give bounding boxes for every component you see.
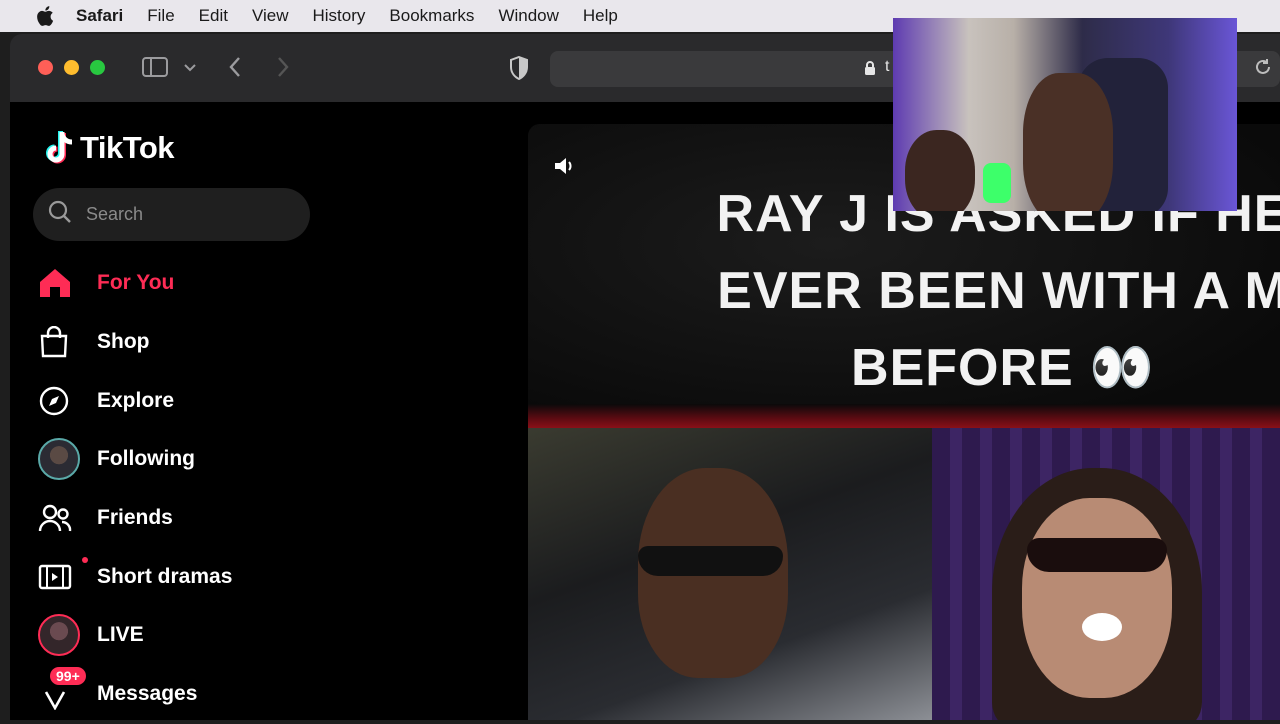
- sidebar-item-label: Following: [97, 447, 195, 471]
- home-icon: [34, 263, 84, 303]
- live-avatar: [38, 614, 80, 657]
- back-arrow-icon[interactable]: [228, 56, 242, 83]
- video-photo-left: [528, 428, 932, 720]
- reload-icon[interactable]: [1254, 58, 1272, 81]
- red-divider: [528, 404, 1280, 428]
- menu-edit[interactable]: Edit: [199, 6, 228, 26]
- lock-icon: [864, 60, 876, 81]
- friends-icon: [34, 498, 84, 538]
- sidebar-item-friends[interactable]: Friends: [34, 489, 232, 548]
- chevron-down-icon[interactable]: [184, 60, 196, 78]
- headline-line: EVER BEEN WITH A M: [717, 262, 1280, 320]
- menu-file[interactable]: File: [147, 6, 174, 26]
- search-input[interactable]: Search: [33, 188, 310, 241]
- url-text[interactable]: t: [885, 58, 889, 76]
- video-photo-right: [932, 428, 1280, 720]
- sidebar-item-label: Shop: [97, 330, 150, 354]
- shield-icon[interactable]: [509, 55, 529, 85]
- forward-arrow-icon[interactable]: [276, 56, 290, 83]
- sidebar-nav: For You Shop Explore Following Friends S…: [34, 254, 232, 724]
- sidebar-item-label: LIVE: [97, 623, 144, 647]
- notification-dot: [82, 557, 88, 564]
- menu-history[interactable]: History: [313, 6, 366, 26]
- menu-safari[interactable]: Safari: [76, 6, 123, 26]
- sidebar-item-label: Short dramas: [97, 564, 233, 588]
- shopping-bag-icon: [34, 322, 84, 362]
- speaker-icon[interactable]: [552, 154, 576, 183]
- compass-icon: [34, 381, 84, 421]
- tiktok-logo[interactable]: TikTok: [42, 130, 175, 166]
- menu-bookmarks[interactable]: Bookmarks: [389, 6, 474, 26]
- sidebar-item-live[interactable]: LIVE: [34, 606, 232, 665]
- sidebar-item-shop[interactable]: Shop: [34, 313, 232, 372]
- zoom-window-button[interactable]: [90, 60, 105, 75]
- sidebar-item-label: Friends: [97, 506, 173, 530]
- sidebar-item-messages[interactable]: 99+ Messages: [34, 665, 232, 724]
- apple-menu-icon[interactable]: [36, 6, 54, 26]
- film-icon: [34, 557, 84, 597]
- close-window-button[interactable]: [38, 60, 53, 75]
- sidebar-item-for-you[interactable]: For You: [34, 254, 232, 313]
- window-controls: [38, 60, 105, 75]
- sidebar-item-explore[interactable]: Explore: [34, 371, 232, 430]
- sidebar-item-label: For You: [97, 271, 175, 295]
- search-placeholder: Search: [86, 204, 144, 224]
- sidebar-item-label: Messages: [97, 682, 198, 706]
- headline-line: BEFORE 👀: [851, 339, 1155, 397]
- messages-badge: 99+: [50, 666, 86, 685]
- menu-view[interactable]: View: [252, 6, 289, 26]
- sidebar-item-short-dramas[interactable]: Short dramas: [34, 547, 232, 606]
- minimize-window-button[interactable]: [64, 60, 79, 75]
- sidebar-toggle-icon[interactable]: [142, 56, 168, 83]
- sidebar-item-label: Explore: [97, 388, 175, 412]
- sidebar-item-following[interactable]: Following: [34, 430, 232, 489]
- webcam-overlay: [893, 18, 1237, 211]
- search-icon: [48, 200, 72, 229]
- avatar: [38, 438, 80, 481]
- menu-window[interactable]: Window: [498, 6, 558, 26]
- logo-text: TikTok: [80, 130, 175, 165]
- tiktok-logo-icon: [46, 131, 73, 164]
- video-player[interactable]: RAY J IS ASKED IF HE EVER BEEN WITH A M …: [528, 124, 1280, 720]
- menu-help[interactable]: Help: [583, 6, 618, 26]
